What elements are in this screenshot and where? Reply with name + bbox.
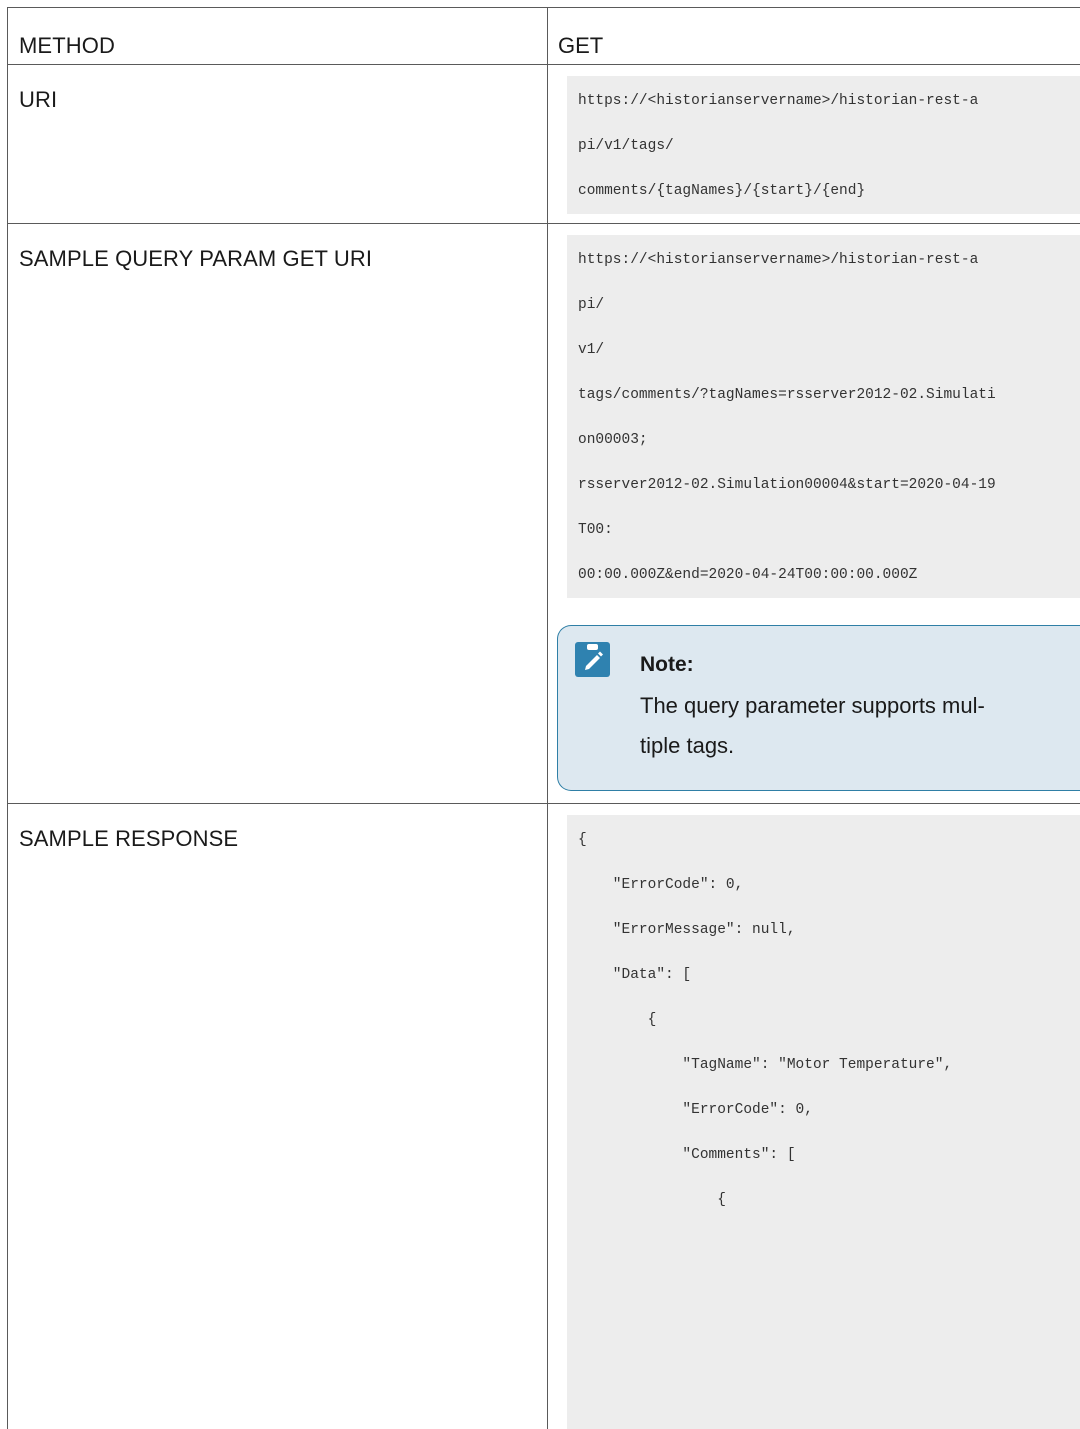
- code-line: pi/: [578, 288, 1080, 333]
- sample-query-value-cell: https://<historianservername>/historian-…: [548, 224, 1080, 804]
- note-callout: Note: The query parameter supports mul- …: [557, 625, 1080, 791]
- sample-response-label-cell: SAMPLE RESPONSE: [8, 804, 548, 1429]
- code-line: "ErrorMessage": null,: [578, 913, 1080, 958]
- code-line: 00:00.000Z&end=2020-04-24T00:00:00.000Z: [578, 558, 1080, 592]
- sample-query-code-block: https://<historianservername>/historian-…: [567, 235, 1080, 598]
- pencil-icon: [575, 642, 610, 677]
- code-line: "Comments": [: [578, 1138, 1080, 1183]
- code-line: comments/{tagNames}/{start}/{end}: [578, 174, 1080, 208]
- code-line: on00003;: [578, 423, 1080, 468]
- sample-response-row: SAMPLE RESPONSE { "ErrorCode": 0, "Error…: [8, 804, 1080, 1429]
- uri-label-cell: URI: [8, 65, 548, 224]
- method-label-cell: METHOD: [8, 8, 548, 65]
- code-line: {: [578, 1003, 1080, 1048]
- sample-query-label-cell: SAMPLE QUERY PARAM GET URI: [8, 224, 548, 804]
- method-row: METHOD GET: [8, 8, 1080, 65]
- code-line: "TagName": "Motor Temperature",: [578, 1048, 1080, 1093]
- code-line: pi/v1/tags/: [578, 129, 1080, 174]
- note-body: The query parameter supports mul- tiple …: [640, 686, 1080, 766]
- code-line: https://<historianservername>/historian-…: [578, 84, 1080, 129]
- note-body-line: tiple tags.: [640, 726, 1080, 766]
- code-line: https://<historianservername>/historian-…: [578, 243, 1080, 288]
- uri-label: URI: [8, 65, 547, 113]
- sample-response-code-block: { "ErrorCode": 0, "ErrorMessage": null, …: [567, 815, 1080, 1429]
- code-line: "ErrorCode": 0,: [578, 868, 1080, 913]
- note-body-line: The query parameter supports mul-: [640, 686, 1080, 726]
- method-value-cell: GET: [548, 8, 1080, 65]
- code-line: "Data": [: [578, 958, 1080, 1003]
- method-label: METHOD: [8, 8, 547, 59]
- api-reference-table: METHOD GET URI https://<historianservern…: [7, 7, 1080, 1429]
- code-line: "ErrorCode": 0,: [578, 1093, 1080, 1138]
- uri-value-cell: https://<historianservername>/historian-…: [548, 65, 1080, 224]
- code-line: {: [578, 823, 1080, 868]
- code-line: v1/: [578, 333, 1080, 378]
- note-title: Note:: [640, 653, 694, 677]
- code-line: {: [578, 1183, 1080, 1217]
- sample-response-value-cell: { "ErrorCode": 0, "ErrorMessage": null, …: [548, 804, 1080, 1429]
- code-line: tags/comments/?tagNames=rsserver2012-02.…: [578, 378, 1080, 423]
- code-line: rsserver2012-02.Simulation00004&start=20…: [578, 468, 1080, 513]
- code-line: T00:: [578, 513, 1080, 558]
- uri-code-block: https://<historianservername>/historian-…: [567, 76, 1080, 214]
- method-value: GET: [548, 8, 1080, 59]
- uri-row: URI https://<historianservername>/histor…: [8, 65, 1080, 224]
- sample-query-label: SAMPLE QUERY PARAM GET URI: [8, 224, 547, 272]
- sample-response-label: SAMPLE RESPONSE: [8, 804, 547, 852]
- sample-query-row: SAMPLE QUERY PARAM GET URI https://<hist…: [8, 224, 1080, 804]
